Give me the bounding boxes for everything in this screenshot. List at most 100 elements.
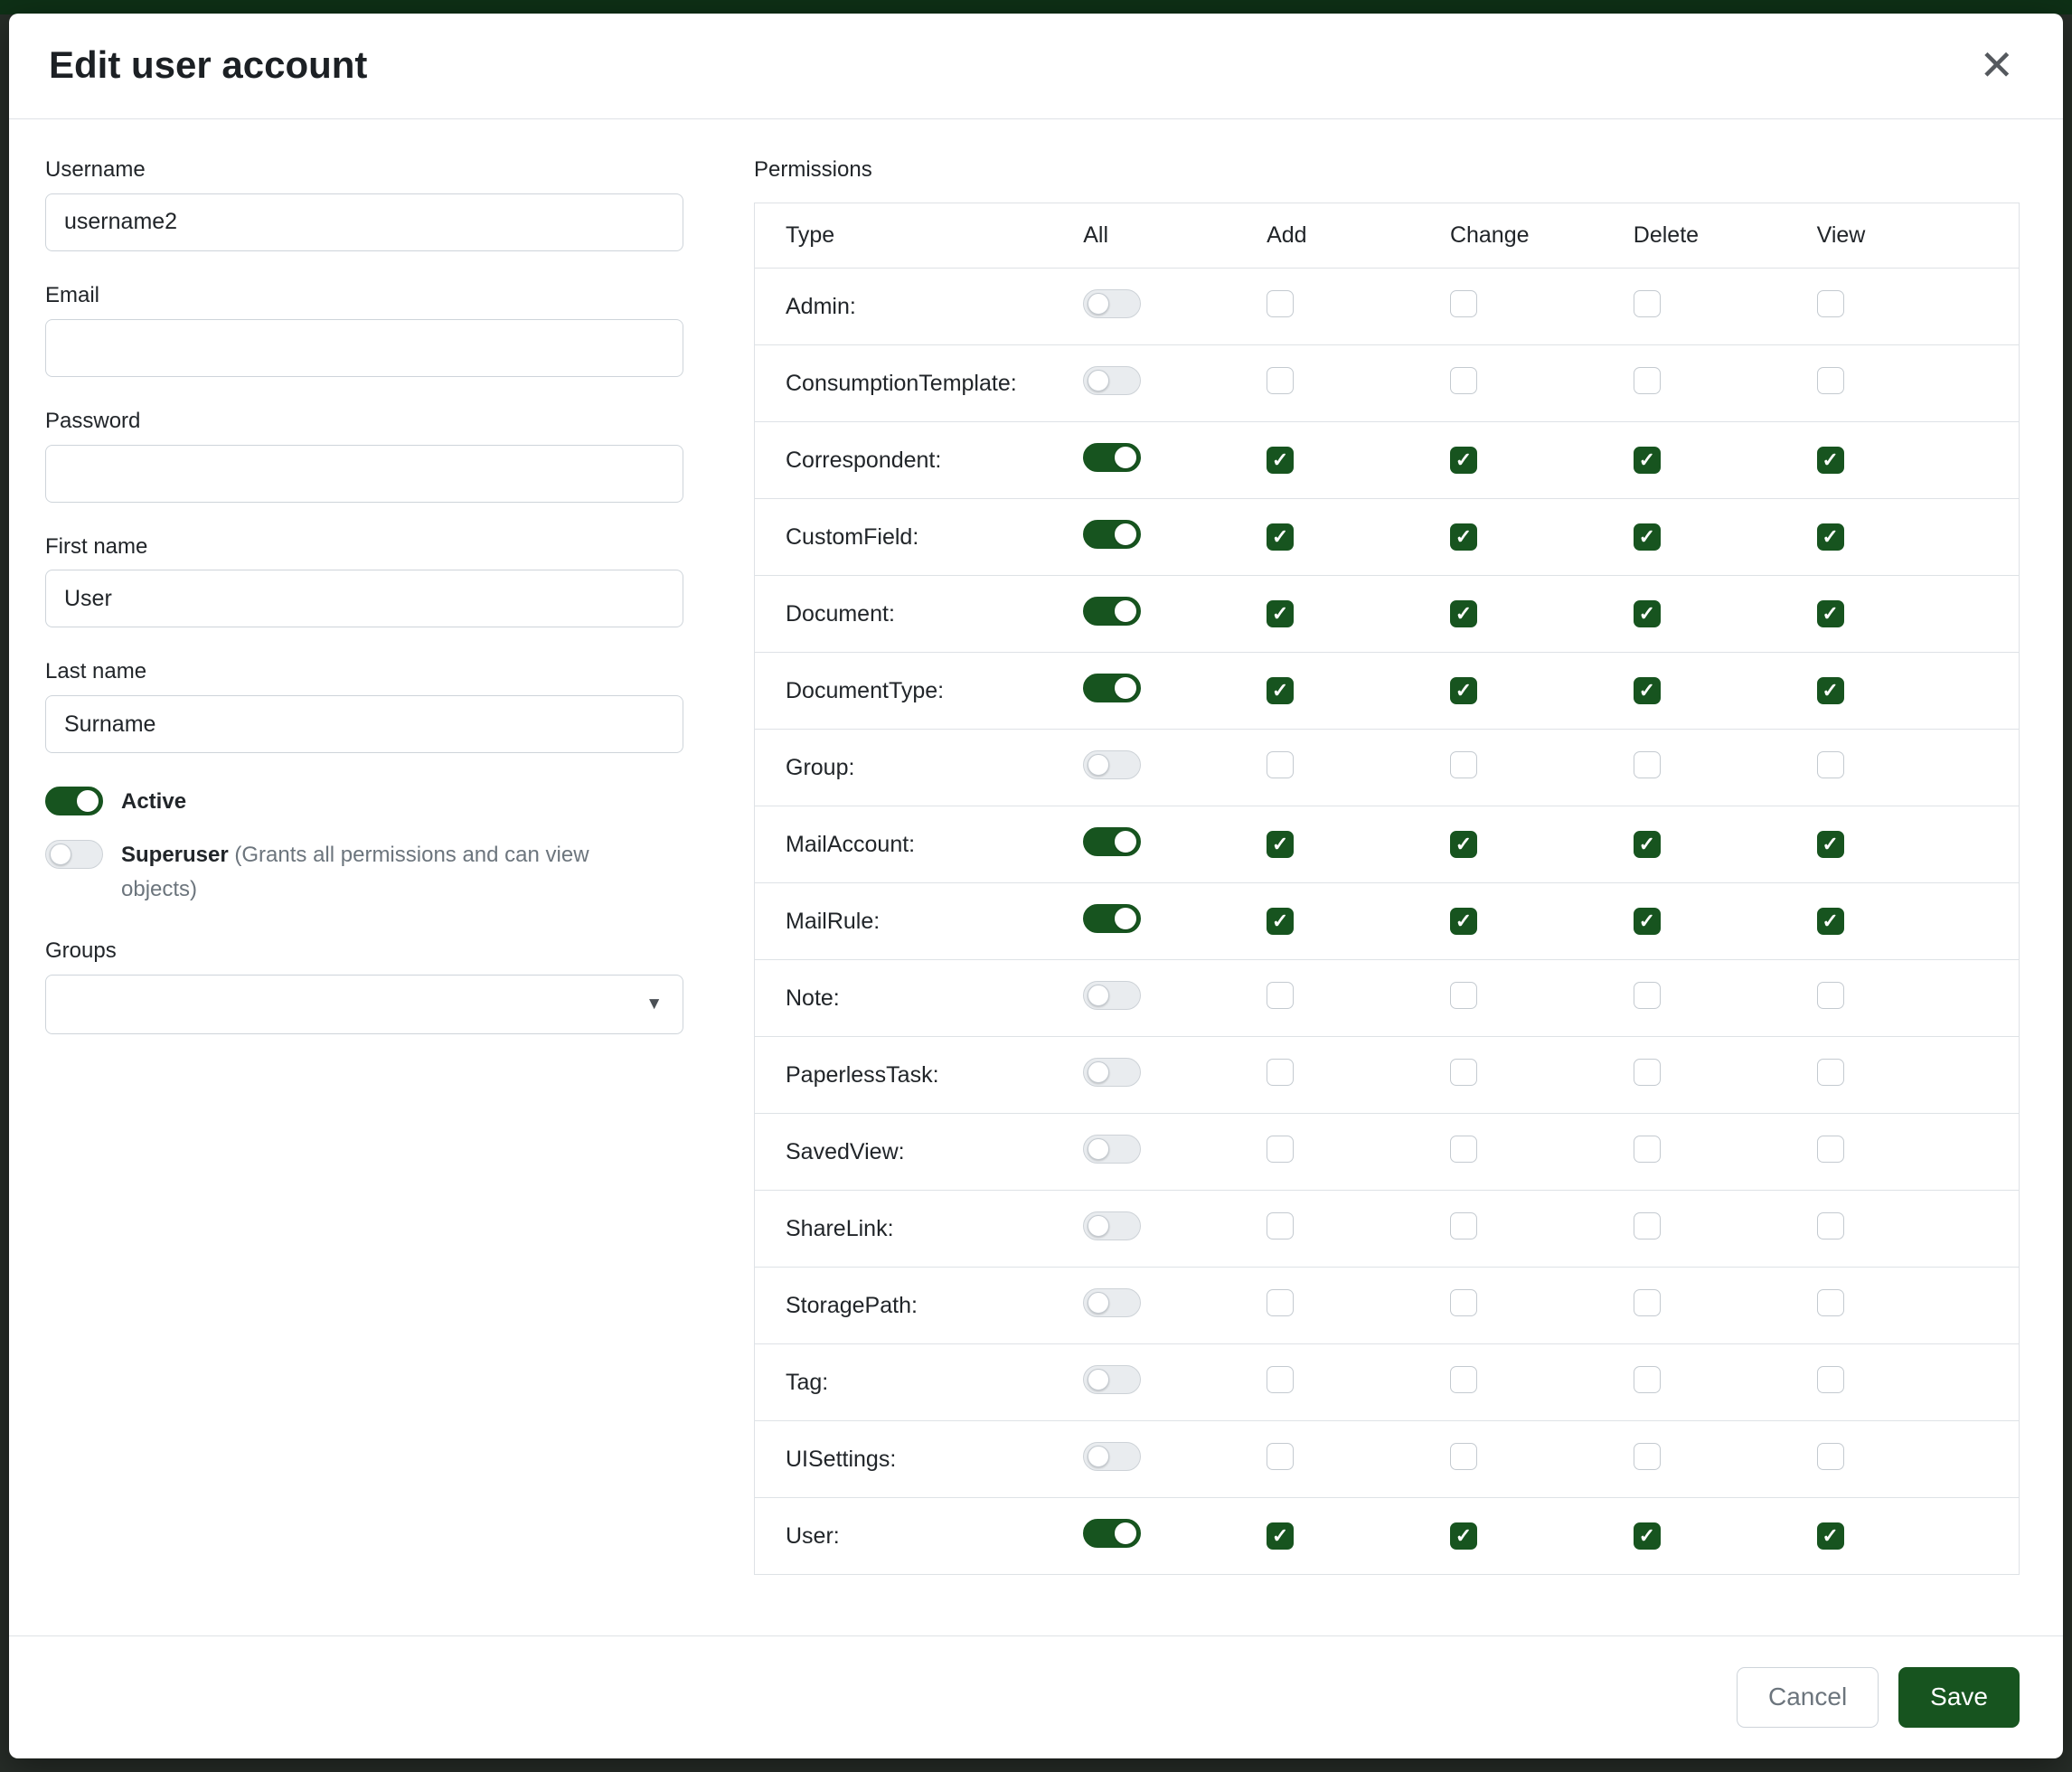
- permission-delete-checkbox[interactable]: [1634, 1212, 1661, 1239]
- cancel-button[interactable]: Cancel: [1737, 1667, 1879, 1728]
- permission-view-checkbox[interactable]: [1817, 1522, 1844, 1550]
- permission-all-toggle[interactable]: [1083, 1365, 1141, 1394]
- permission-type-label: Note:: [755, 960, 1084, 1037]
- permission-all-toggle[interactable]: [1083, 750, 1141, 779]
- permission-view-checkbox[interactable]: [1817, 751, 1844, 778]
- username-input[interactable]: [45, 193, 683, 251]
- permission-delete-checkbox[interactable]: [1634, 367, 1661, 394]
- permission-change-checkbox[interactable]: [1450, 600, 1477, 627]
- permission-all-toggle[interactable]: [1083, 981, 1141, 1010]
- first-name-input[interactable]: [45, 570, 683, 627]
- permission-all-toggle[interactable]: [1083, 289, 1141, 318]
- permission-change-checkbox[interactable]: [1450, 367, 1477, 394]
- permission-add-checkbox[interactable]: [1267, 1366, 1294, 1393]
- permission-delete-checkbox[interactable]: [1634, 908, 1661, 935]
- modal-body: Username Email Password First name Last …: [9, 119, 2063, 1635]
- close-icon[interactable]: ✕: [1973, 44, 2020, 86]
- permission-delete-checkbox[interactable]: [1634, 982, 1661, 1009]
- permission-add-checkbox[interactable]: [1267, 1059, 1294, 1086]
- groups-select[interactable]: ▼: [45, 975, 683, 1034]
- permission-add-checkbox[interactable]: [1267, 908, 1294, 935]
- first-name-label: First name: [45, 534, 683, 561]
- permission-add-checkbox[interactable]: [1267, 1136, 1294, 1163]
- permission-delete-checkbox[interactable]: [1634, 1136, 1661, 1163]
- permission-view-checkbox[interactable]: [1817, 290, 1844, 317]
- permission-view-checkbox[interactable]: [1817, 600, 1844, 627]
- permission-add-checkbox[interactable]: [1267, 831, 1294, 858]
- last-name-input[interactable]: [45, 695, 683, 753]
- permission-view-checkbox[interactable]: [1817, 677, 1844, 704]
- permission-change-checkbox[interactable]: [1450, 1522, 1477, 1550]
- permission-all-toggle[interactable]: [1083, 827, 1141, 856]
- permission-add-checkbox[interactable]: [1267, 290, 1294, 317]
- permission-add-checkbox[interactable]: [1267, 1289, 1294, 1316]
- permission-add-checkbox[interactable]: [1267, 1212, 1294, 1239]
- permission-view-checkbox[interactable]: [1817, 1366, 1844, 1393]
- permission-change-checkbox[interactable]: [1450, 523, 1477, 551]
- permission-all-toggle[interactable]: [1083, 1519, 1141, 1548]
- active-toggle[interactable]: [45, 787, 103, 815]
- permission-add-checkbox[interactable]: [1267, 600, 1294, 627]
- permission-delete-checkbox[interactable]: [1634, 523, 1661, 551]
- permission-all-toggle[interactable]: [1083, 520, 1141, 549]
- email-input[interactable]: [45, 319, 683, 377]
- permission-change-checkbox[interactable]: [1450, 677, 1477, 704]
- password-input[interactable]: [45, 445, 683, 503]
- permission-add-checkbox[interactable]: [1267, 447, 1294, 474]
- save-button[interactable]: Save: [1898, 1667, 2020, 1728]
- permission-delete-checkbox[interactable]: [1634, 600, 1661, 627]
- permission-all-toggle[interactable]: [1083, 366, 1141, 395]
- permission-change-checkbox[interactable]: [1450, 290, 1477, 317]
- permission-all-toggle[interactable]: [1083, 1058, 1141, 1087]
- permission-view-checkbox[interactable]: [1817, 447, 1844, 474]
- permission-all-toggle[interactable]: [1083, 1288, 1141, 1317]
- permission-add-checkbox[interactable]: [1267, 751, 1294, 778]
- permission-change-checkbox[interactable]: [1450, 1059, 1477, 1086]
- permission-delete-checkbox[interactable]: [1634, 1443, 1661, 1470]
- permission-delete-checkbox[interactable]: [1634, 751, 1661, 778]
- permission-delete-checkbox[interactable]: [1634, 1289, 1661, 1316]
- permission-all-toggle[interactable]: [1083, 1442, 1141, 1471]
- permission-change-checkbox[interactable]: [1450, 751, 1477, 778]
- permission-change-checkbox[interactable]: [1450, 1289, 1477, 1316]
- permission-view-checkbox[interactable]: [1817, 1443, 1844, 1470]
- permission-change-checkbox[interactable]: [1450, 982, 1477, 1009]
- permission-all-toggle[interactable]: [1083, 597, 1141, 626]
- permission-all-toggle[interactable]: [1083, 443, 1141, 472]
- permission-delete-checkbox[interactable]: [1634, 1366, 1661, 1393]
- permission-all-toggle[interactable]: [1083, 1135, 1141, 1164]
- permission-delete-checkbox[interactable]: [1634, 447, 1661, 474]
- permission-change-checkbox[interactable]: [1450, 1136, 1477, 1163]
- permission-view-checkbox[interactable]: [1817, 1212, 1844, 1239]
- permission-all-toggle[interactable]: [1083, 1211, 1141, 1240]
- permission-view-checkbox[interactable]: [1817, 1289, 1844, 1316]
- permission-delete-checkbox[interactable]: [1634, 290, 1661, 317]
- permission-add-checkbox[interactable]: [1267, 523, 1294, 551]
- permission-add-checkbox[interactable]: [1267, 677, 1294, 704]
- permission-view-checkbox[interactable]: [1817, 367, 1844, 394]
- permission-add-checkbox[interactable]: [1267, 367, 1294, 394]
- permission-delete-checkbox[interactable]: [1634, 831, 1661, 858]
- permission-all-toggle[interactable]: [1083, 904, 1141, 933]
- superuser-toggle[interactable]: [45, 840, 103, 869]
- permission-view-checkbox[interactable]: [1817, 908, 1844, 935]
- permission-all-toggle[interactable]: [1083, 674, 1141, 702]
- permission-change-checkbox[interactable]: [1450, 1212, 1477, 1239]
- permission-view-checkbox[interactable]: [1817, 1059, 1844, 1086]
- permission-delete-checkbox[interactable]: [1634, 1059, 1661, 1086]
- permission-change-checkbox[interactable]: [1450, 1443, 1477, 1470]
- permission-view-checkbox[interactable]: [1817, 1136, 1844, 1163]
- permission-view-checkbox[interactable]: [1817, 982, 1844, 1009]
- permission-add-checkbox[interactable]: [1267, 1522, 1294, 1550]
- permission-row: Admin:: [755, 269, 2020, 345]
- permission-view-checkbox[interactable]: [1817, 831, 1844, 858]
- permission-change-checkbox[interactable]: [1450, 831, 1477, 858]
- permission-change-checkbox[interactable]: [1450, 908, 1477, 935]
- permission-add-checkbox[interactable]: [1267, 982, 1294, 1009]
- permission-delete-checkbox[interactable]: [1634, 677, 1661, 704]
- permission-delete-checkbox[interactable]: [1634, 1522, 1661, 1550]
- permission-change-checkbox[interactable]: [1450, 447, 1477, 474]
- permission-view-checkbox[interactable]: [1817, 523, 1844, 551]
- permission-change-checkbox[interactable]: [1450, 1366, 1477, 1393]
- permission-add-checkbox[interactable]: [1267, 1443, 1294, 1470]
